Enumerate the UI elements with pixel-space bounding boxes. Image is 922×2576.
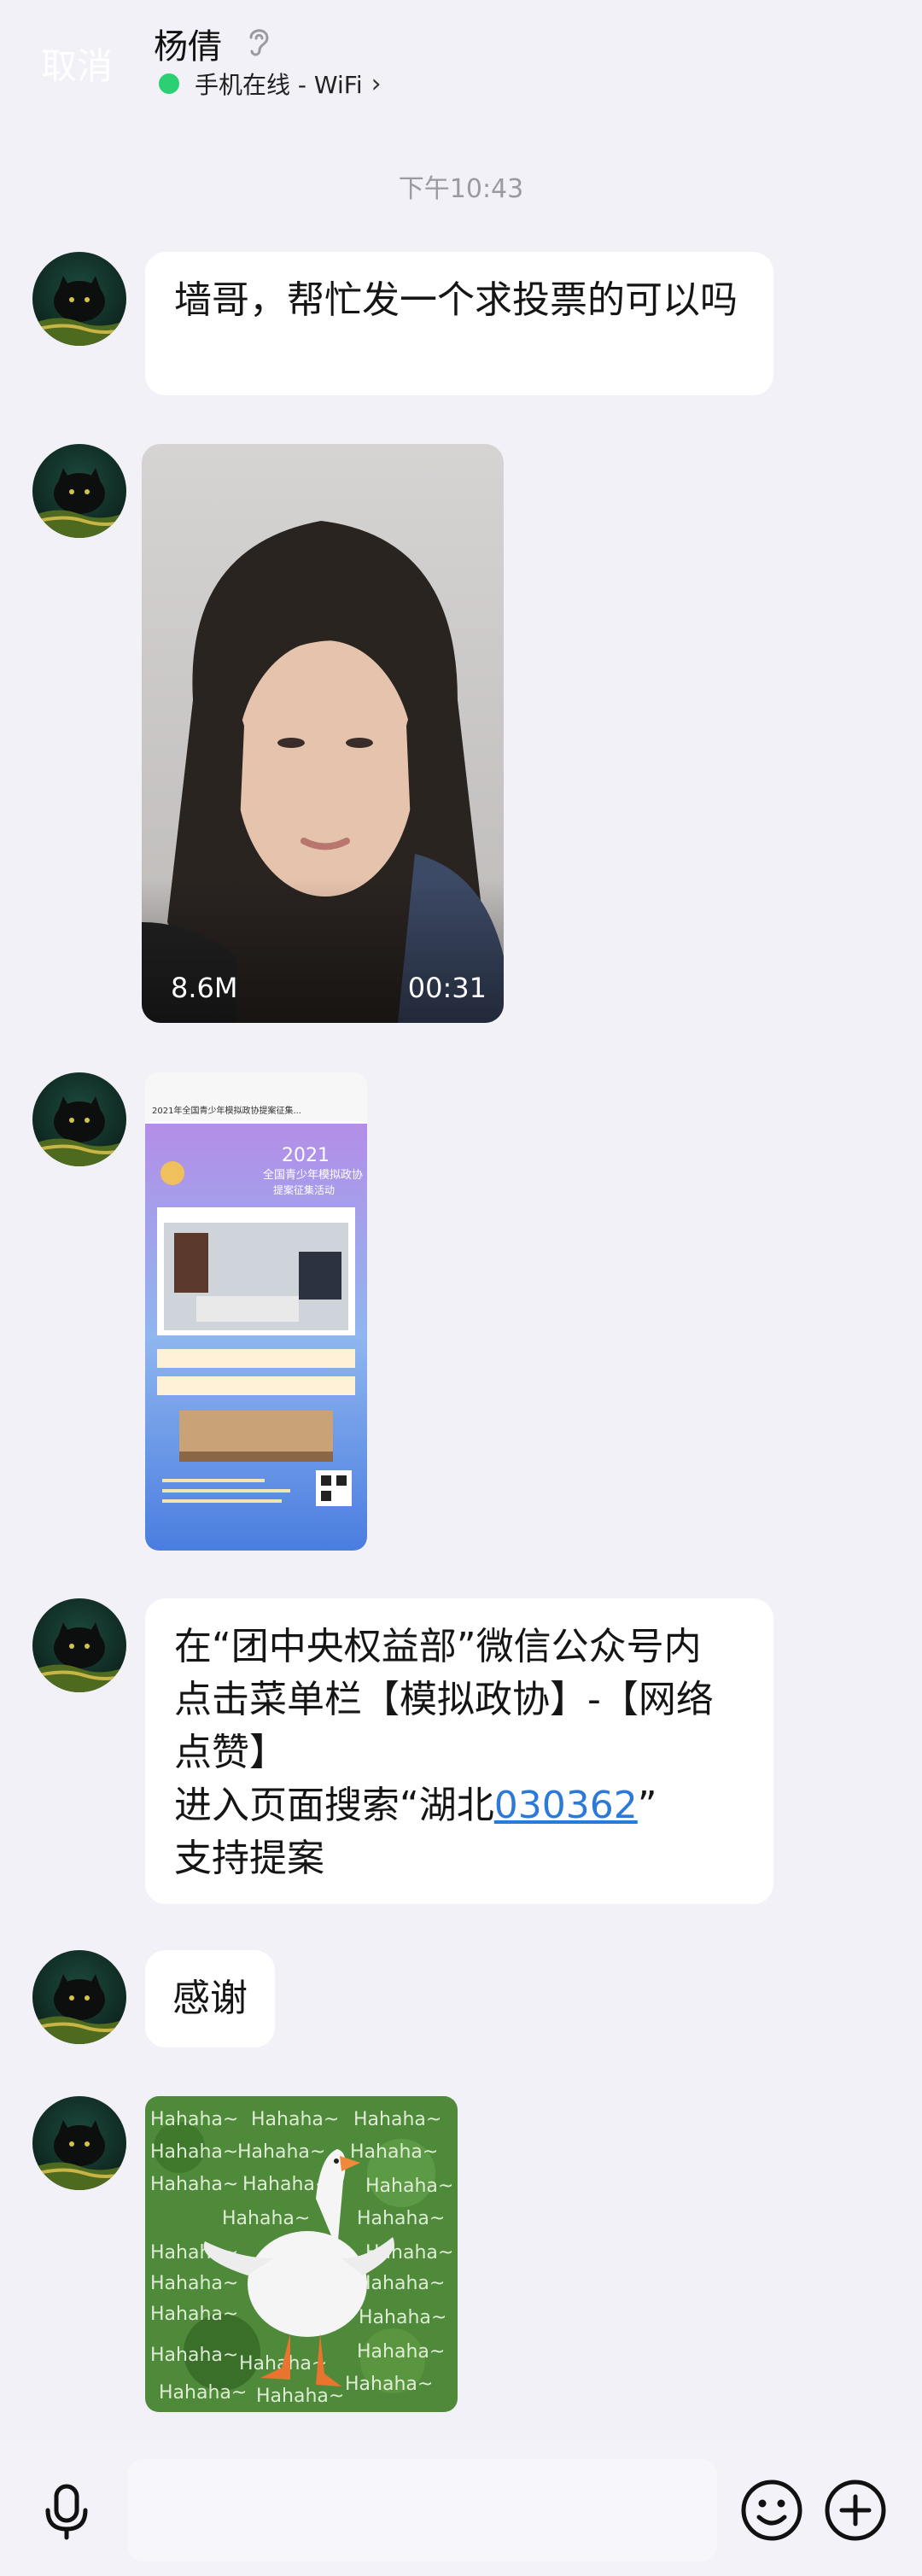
sticker-message[interactable]: Hahaha~ Hahaha~ Hahaha~ Hahaha~ Hahaha~ …	[145, 2096, 458, 2412]
video-size: 8.6M	[171, 972, 238, 1004]
svg-text:Hahaha~: Hahaha~	[256, 2386, 344, 2407]
svg-text:Hahaha~: Hahaha~	[150, 2304, 238, 2325]
text-message[interactable]: 墙哥，帮忙发一个求投票的可以吗	[145, 252, 773, 395]
message-line: 支持提案	[174, 1837, 324, 1880]
online-dot-icon	[159, 73, 179, 94]
svg-text:Hahaha~: Hahaha~	[357, 2273, 445, 2294]
avatar-image	[32, 1950, 126, 2044]
video-message[interactable]: 8.6M 00:31	[142, 444, 504, 1023]
poster-image: 2021年全国青少年模拟政协提案征集... 2021 全国青少年模拟政协 提案征…	[145, 1072, 367, 1551]
avatar-image	[32, 444, 126, 538]
number-link[interactable]: 030362	[494, 1784, 638, 1827]
input-bar	[0, 2442, 922, 2576]
avatar-image	[32, 252, 126, 346]
contact-name[interactable]: 杨倩	[154, 19, 222, 68]
status-text: 手机在线 - WiFi	[195, 71, 363, 99]
svg-text:Hahaha~: Hahaha~	[357, 2341, 445, 2363]
emoji-icon[interactable]	[738, 2476, 806, 2544]
message-line: 点赞】	[174, 1731, 287, 1774]
plus-icon[interactable]	[821, 2476, 890, 2544]
svg-text:Hahaha~: Hahaha~	[365, 2176, 453, 2197]
avatar-image	[32, 2096, 126, 2190]
svg-text:Hahaha~: Hahaha~	[359, 2307, 446, 2328]
cancel-button[interactable]: 取消	[41, 38, 113, 90]
message-timestamp: 下午10:43	[398, 174, 524, 204]
svg-text:Hahaha~: Hahaha~	[159, 2382, 247, 2404]
image-message[interactable]: 2021年全国青少年模拟政协提案征集... 2021 全国青少年模拟政协 提案征…	[145, 1072, 367, 1551]
svg-text:Hahaha~: Hahaha~	[150, 2174, 238, 2195]
avatar[interactable]	[32, 1598, 126, 1692]
avatar[interactable]	[32, 2096, 126, 2190]
svg-text:Hahaha~: Hahaha~	[237, 2141, 325, 2163]
avatar-image	[32, 1072, 126, 1166]
online-status[interactable]: 手机在线 - WiFi ›	[159, 67, 382, 101]
ear-icon	[249, 29, 269, 56]
message-text: 感谢	[172, 1977, 248, 2020]
poster-headline: 全国青少年模拟政协	[263, 1168, 363, 1182]
svg-text:Hahaha~: Hahaha~	[357, 2208, 445, 2229]
poster-title: 2021年全国青少年模拟政协提案征集...	[152, 1105, 301, 1116]
svg-text:Hahaha~: Hahaha~	[345, 2374, 433, 2395]
goose-sticker: Hahaha~ Hahaha~ Hahaha~ Hahaha~ Hahaha~ …	[145, 2096, 458, 2412]
message-text: ”	[637, 1784, 657, 1827]
message-line: 点击菜单栏【模拟政协】-【网络	[174, 1678, 714, 1721]
video-thumbnail	[142, 444, 504, 1023]
poster-year: 2021	[282, 1145, 330, 1166]
svg-text:Hahaha~: Hahaha~	[350, 2141, 438, 2163]
message-line: 进入页面搜索“湖北030362”	[174, 1779, 744, 1832]
avatar-image	[32, 1598, 126, 1692]
poster-sub: 提案征集活动	[273, 1183, 335, 1196]
svg-text:Hahaha~: Hahaha~	[222, 2208, 310, 2229]
svg-text:Hahaha~: Hahaha~	[150, 2141, 238, 2163]
avatar[interactable]	[32, 252, 126, 346]
microphone-icon[interactable]	[32, 2476, 101, 2544]
message-line: 在“团中央权益部”微信公众号内	[174, 1625, 702, 1668]
text-message[interactable]: 感谢	[145, 1950, 275, 2047]
message-text: 墙哥，帮忙发一个求投票的可以吗	[174, 278, 738, 322]
svg-text:Hahaha~: Hahaha~	[150, 2273, 238, 2294]
svg-text:Hahaha~: Hahaha~	[150, 2109, 238, 2130]
message-text: 进入页面搜索“湖北	[174, 1784, 494, 1827]
svg-text:Hahaha~: Hahaha~	[251, 2109, 339, 2130]
chat-header: 取消 杨倩 手机在线 - WiFi ›	[0, 0, 922, 128]
svg-text:Hahaha~: Hahaha~	[353, 2109, 441, 2130]
message-input[interactable]	[128, 2459, 717, 2561]
video-duration: 00:31	[407, 972, 487, 1004]
avatar[interactable]	[32, 444, 126, 538]
avatar[interactable]	[32, 1072, 126, 1166]
avatar[interactable]	[32, 1950, 126, 2044]
svg-text:Hahaha~: Hahaha~	[150, 2345, 238, 2366]
text-message[interactable]: 在“团中央权益部”微信公众号内 点击菜单栏【模拟政协】-【网络 点赞】 进入页面…	[145, 1598, 773, 1904]
chevron-right-icon: ›	[371, 68, 382, 99]
